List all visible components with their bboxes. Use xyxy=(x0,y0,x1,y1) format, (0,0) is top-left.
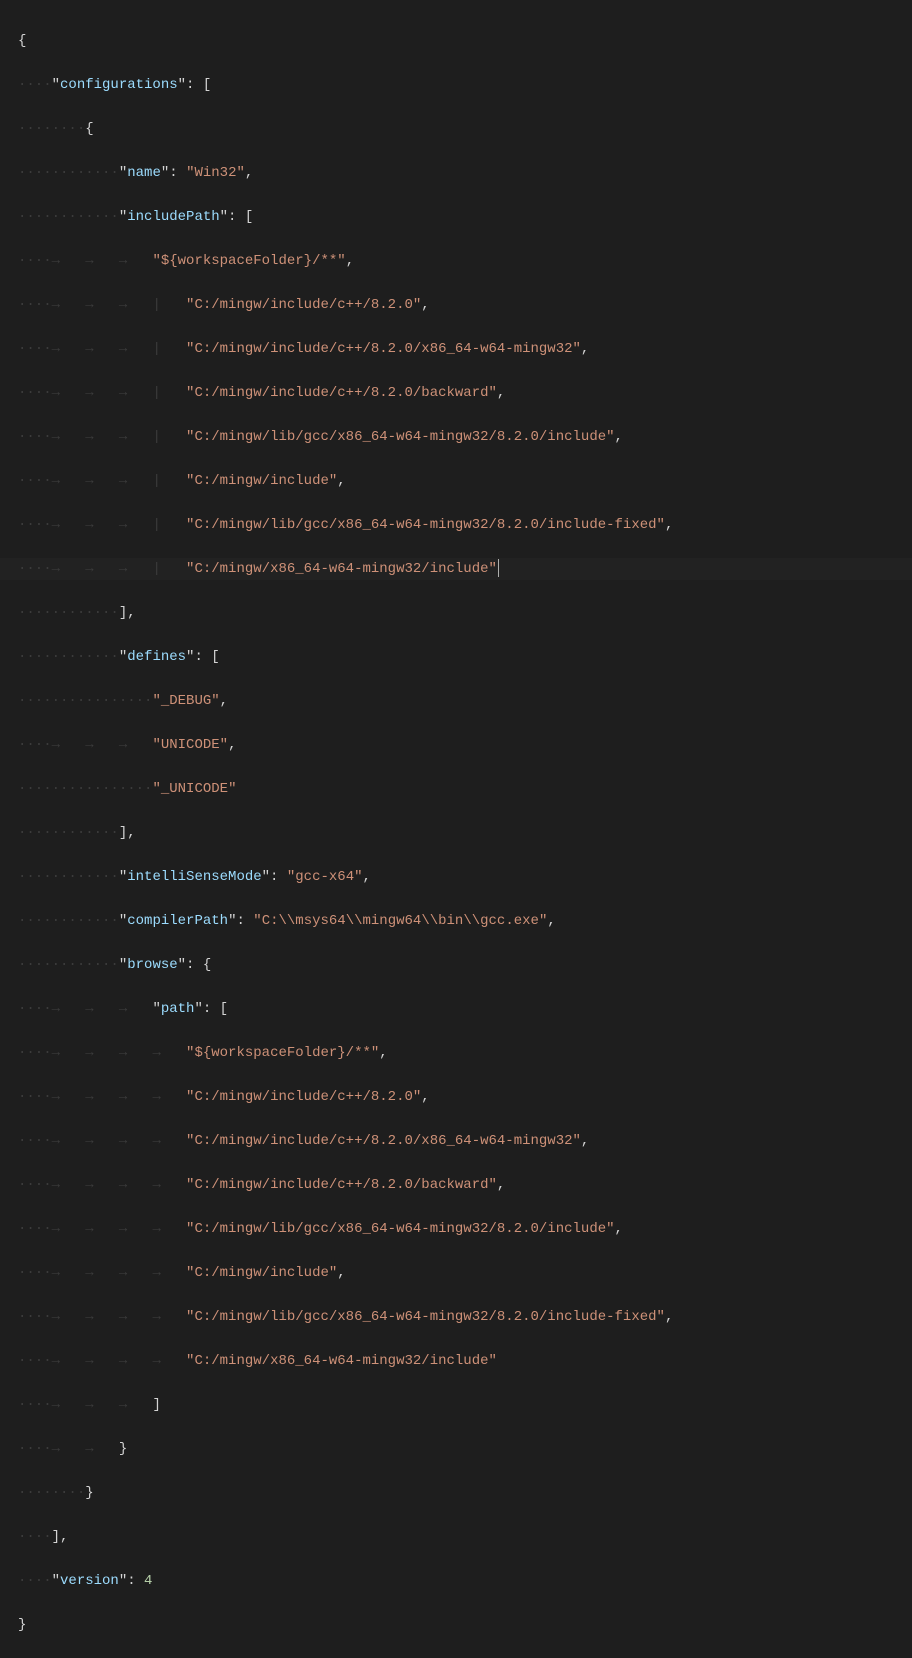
code-line[interactable]: ········{ xyxy=(0,118,912,140)
code-line[interactable]: ············"compilerPath": "C:\\msys64\… xyxy=(0,910,912,932)
code-line[interactable]: { xyxy=(0,30,912,52)
code-line[interactable]: ················"_DEBUG", xyxy=(0,690,912,712)
code-line[interactable]: ····→ → → | "C:/mingw/include/c++/8.2.0"… xyxy=(0,294,912,316)
code-line[interactable]: ········} xyxy=(0,1482,912,1504)
code-line[interactable]: ····"version": 4 xyxy=(0,1570,912,1592)
code-line[interactable]: ····→ → → → "C:/mingw/lib/gcc/x86_64-w64… xyxy=(0,1306,912,1328)
code-line[interactable]: ············], xyxy=(0,822,912,844)
code-line[interactable]: ····→ → → | "C:/mingw/include/c++/8.2.0/… xyxy=(0,338,912,360)
code-line[interactable]: ····→ → → | "C:/mingw/lib/gcc/x86_64-w64… xyxy=(0,514,912,536)
code-line[interactable]: ············"name": "Win32", xyxy=(0,162,912,184)
code-line[interactable]: ············"intelliSenseMode": "gcc-x64… xyxy=(0,866,912,888)
code-line[interactable]: ············], xyxy=(0,602,912,624)
code-line[interactable]: ····→ → → → "C:/mingw/include/c++/8.2.0/… xyxy=(0,1174,912,1196)
code-line[interactable]: ····], xyxy=(0,1526,912,1548)
code-line[interactable]: ····→ → → ] xyxy=(0,1394,912,1416)
code-line[interactable]: ····→ → → → "C:/mingw/lib/gcc/x86_64-w64… xyxy=(0,1218,912,1240)
code-line-active[interactable]: ····→ → → | "C:/mingw/x86_64-w64-mingw32… xyxy=(0,558,912,580)
code-editor[interactable]: { ····"configurations": [ ········{ ····… xyxy=(0,0,912,1658)
code-line[interactable]: ············"browse": { xyxy=(0,954,912,976)
code-line[interactable]: ····"configurations": [ xyxy=(0,74,912,96)
code-line[interactable]: ····→ → → → "C:/mingw/x86_64-w64-mingw32… xyxy=(0,1350,912,1372)
code-line[interactable]: ················"_UNICODE" xyxy=(0,778,912,800)
code-line[interactable]: ····→ → → | "C:/mingw/include/c++/8.2.0/… xyxy=(0,382,912,404)
code-line[interactable]: ····→ → → | "C:/mingw/include", xyxy=(0,470,912,492)
code-line[interactable]: ············"defines": [ xyxy=(0,646,912,668)
text-cursor xyxy=(498,559,499,577)
code-line[interactable]: ····→ → → "UNICODE", xyxy=(0,734,912,756)
code-line[interactable]: } xyxy=(0,1614,912,1636)
code-line[interactable]: ····→ → } xyxy=(0,1438,912,1460)
code-line[interactable]: ············"includePath": [ xyxy=(0,206,912,228)
code-line[interactable]: ····→ → → "${workspaceFolder}/**", xyxy=(0,250,912,272)
code-line[interactable]: ····→ → → → "C:/mingw/include/c++/8.2.0/… xyxy=(0,1130,912,1152)
code-line[interactable]: ····→ → → → "C:/mingw/include/c++/8.2.0"… xyxy=(0,1086,912,1108)
code-line[interactable]: ····→ → → "path": [ xyxy=(0,998,912,1020)
code-line[interactable]: ····→ → → | "C:/mingw/lib/gcc/x86_64-w64… xyxy=(0,426,912,448)
code-line[interactable]: ····→ → → → "C:/mingw/include", xyxy=(0,1262,912,1284)
code-line[interactable]: ····→ → → → "${workspaceFolder}/**", xyxy=(0,1042,912,1064)
